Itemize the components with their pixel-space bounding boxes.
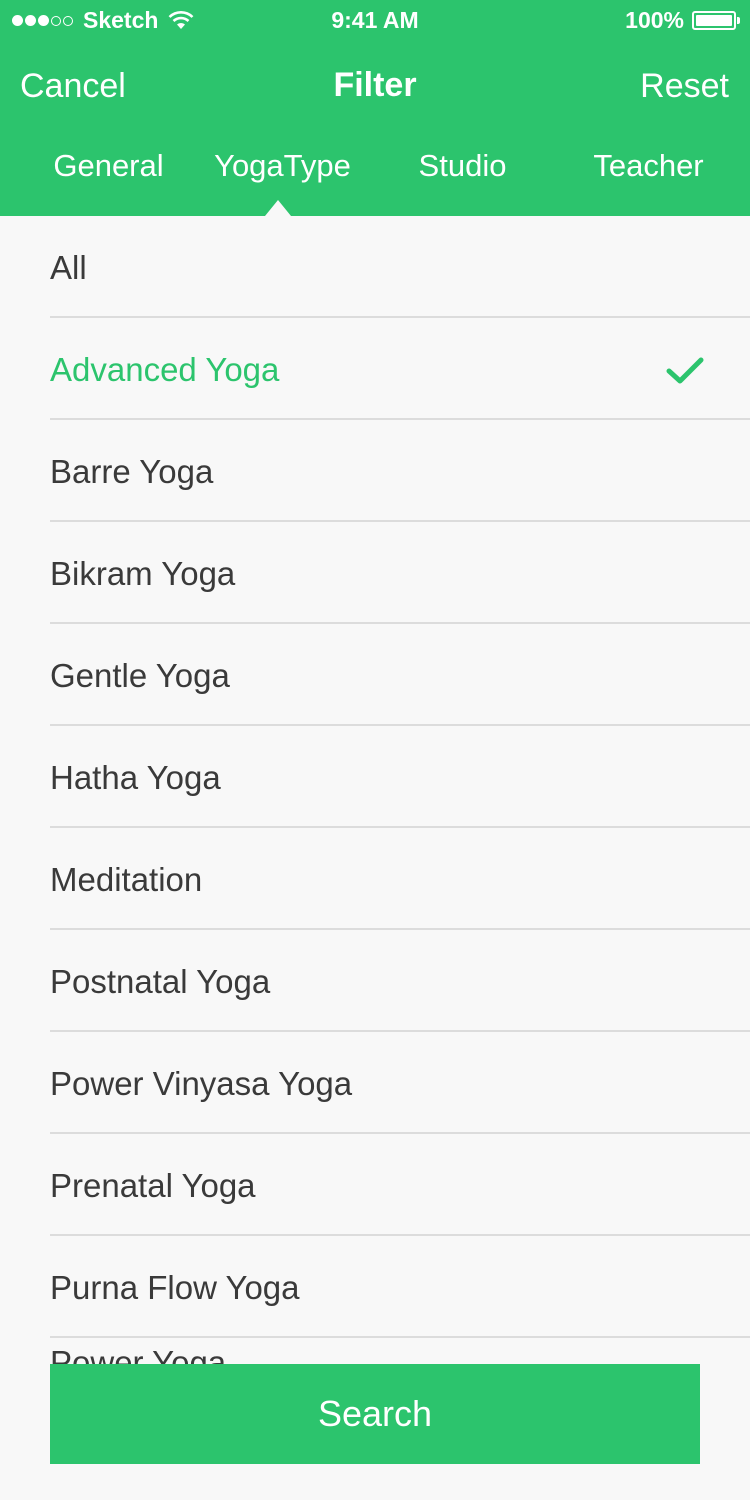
list-item-label: Bikram Yoga xyxy=(50,555,236,592)
search-button[interactable]: Search xyxy=(50,1364,700,1464)
yoga-type-list: All Advanced Yoga Barre Yoga Bikram Yoga… xyxy=(0,216,750,1338)
list-item-gentle-yoga[interactable]: Gentle Yoga xyxy=(50,624,750,726)
list-item-power-vinyasa-yoga[interactable]: Power Vinyasa Yoga xyxy=(50,1032,750,1134)
battery-group: 100% xyxy=(625,7,740,34)
list-item-advanced-yoga[interactable]: Advanced Yoga xyxy=(50,318,750,420)
battery-icon xyxy=(692,11,740,30)
list-item-label: Barre Yoga xyxy=(50,453,214,490)
list-item-label: Meditation xyxy=(50,861,203,898)
tab-yogatype[interactable]: YogaType xyxy=(195,148,370,184)
list-item-meditation[interactable]: Meditation xyxy=(50,828,750,930)
navigation-bar: Cancel Filter Reset xyxy=(0,62,750,112)
header: Sketch 9:41 AM 100% Cancel Filter Reset … xyxy=(0,0,750,216)
list-item-label: Power Vinyasa Yoga xyxy=(50,1065,353,1102)
list-item-label: Postnatal Yoga xyxy=(50,963,271,1000)
list-item-label: Hatha Yoga xyxy=(50,759,221,796)
list-item-barre-yoga[interactable]: Barre Yoga xyxy=(50,420,750,522)
list-item-label: Advanced Yoga xyxy=(50,351,280,388)
list-item-label: Gentle Yoga xyxy=(50,657,230,694)
tab-studio[interactable]: Studio xyxy=(375,148,550,184)
list-item-postnatal-yoga[interactable]: Postnatal Yoga xyxy=(50,930,750,1032)
list-item-prenatal-yoga[interactable]: Prenatal Yoga xyxy=(50,1134,750,1236)
battery-percent: 100% xyxy=(625,7,684,33)
list-item-purna-flow-yoga[interactable]: Purna Flow Yoga xyxy=(50,1236,750,1338)
list-item-label: Prenatal Yoga xyxy=(50,1167,256,1204)
list-item-hatha-yoga[interactable]: Hatha Yoga xyxy=(50,726,750,828)
cancel-button[interactable]: Cancel xyxy=(20,67,126,106)
filter-tabs: General YogaType Studio Teacher xyxy=(0,148,750,194)
tab-general[interactable]: General xyxy=(21,148,196,184)
list-item-label: All xyxy=(50,249,87,286)
checkmark-icon xyxy=(666,357,704,384)
tab-teacher[interactable]: Teacher xyxy=(561,148,736,184)
list-item-bikram-yoga[interactable]: Bikram Yoga xyxy=(50,522,750,624)
reset-button[interactable]: Reset xyxy=(640,67,729,106)
list-item-all[interactable]: All xyxy=(50,216,750,318)
status-bar: Sketch 9:41 AM 100% xyxy=(0,0,750,40)
active-tab-indicator xyxy=(265,200,291,216)
list-item-label: Purna Flow Yoga xyxy=(50,1269,300,1306)
